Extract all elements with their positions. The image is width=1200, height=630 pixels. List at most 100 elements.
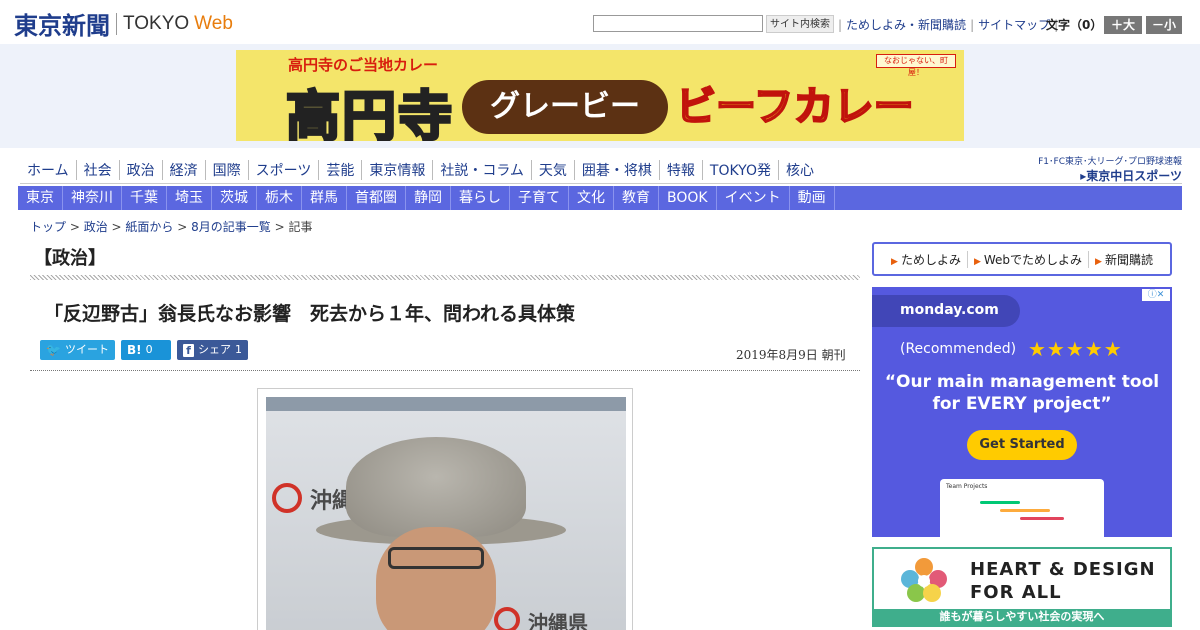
monday-screenshot-title: Team Projects	[946, 483, 988, 490]
nav-item[interactable]: 芸能	[318, 160, 361, 180]
breadcrumb-separator: >	[173, 220, 192, 234]
breadcrumb-link[interactable]: 政治	[84, 220, 108, 234]
heart-flower-icon	[901, 558, 947, 602]
okinawa-emblem	[272, 483, 302, 513]
nav-item[interactable]: 囲碁・将棋	[573, 160, 659, 180]
regional-nav-item[interactable]: 教育	[614, 186, 659, 210]
logo-jp: 東京新聞	[14, 11, 110, 40]
subscribe-link[interactable]: ▶ 新聞購読	[1088, 250, 1159, 268]
article-photo[interactable]: 沖縄 沖縄県	[266, 397, 626, 630]
nav-item[interactable]: 天気	[530, 160, 574, 180]
regional-nav-item[interactable]: 茨城	[212, 186, 257, 210]
regional-nav-item[interactable]: 東京	[18, 186, 63, 210]
nav-item[interactable]: 社会	[75, 160, 119, 180]
face	[376, 527, 496, 630]
banner-ad[interactable]: 高円寺のご当地カレー 高円寺 グレービー ビーフカレー なおじゃない、町屋！	[236, 50, 964, 141]
regional-nav-item[interactable]: 埼玉	[167, 186, 212, 210]
regional-nav-item[interactable]: 動画	[790, 186, 835, 210]
regional-nav-item[interactable]: BOOK	[659, 186, 717, 210]
arrow-icon: ▶	[891, 256, 898, 267]
section-title: 【政治】	[34, 248, 106, 269]
banner-pill: グレービー	[462, 80, 668, 134]
regional-nav-item[interactable]: 首都圏	[347, 186, 406, 210]
breadcrumb-link[interactable]: 8月の記事一覧	[191, 220, 271, 234]
monday-logo: monday.com	[900, 302, 999, 318]
header-links: | ためしよみ・新聞購読 | サイトマップ |	[834, 16, 1062, 33]
hatena-icon: B!	[127, 343, 142, 357]
heart-title-1: HEART & DESIGN	[970, 559, 1156, 580]
primary-nav: ホーム 社会 政治 経済 国際 スポーツ 芸能 東京情報 社説・コラム 天気 囲碁・将棋 特報 TOKY…	[20, 158, 821, 182]
logo-en: TOKYO	[123, 12, 190, 34]
monday-recommended: (Recommended)	[900, 341, 1017, 357]
gantt-bar	[1020, 517, 1064, 520]
breadcrumb-link[interactable]: トップ	[30, 220, 66, 234]
banner-kanji: 高円寺	[285, 84, 454, 142]
regional-nav-item[interactable]: 栃木	[257, 186, 302, 210]
regional-nav-item[interactable]: 群馬	[302, 186, 347, 210]
breadcrumb-link[interactable]: 紙面から	[125, 220, 173, 234]
facebook-share-button[interactable]: f シェア 1	[177, 340, 248, 360]
regional-nav-item[interactable]: イベント	[717, 186, 790, 210]
logo-divider	[116, 12, 117, 35]
sitemap-link[interactable]: サイトマップ	[978, 16, 1050, 33]
hat	[346, 437, 526, 537]
nav-item[interactable]: 国際	[204, 160, 248, 180]
get-started-button[interactable]: Get Started	[967, 430, 1077, 460]
nav-item[interactable]: TOKYO発	[701, 160, 778, 180]
subscribe-link-label: 新聞購読	[1104, 252, 1153, 267]
trial-link-label: ためしよみ	[900, 252, 961, 267]
web-trial-link[interactable]: ▶ Webでためしよみ	[966, 250, 1088, 268]
adchoices-icon[interactable]: ⓘ✕	[1142, 289, 1170, 301]
heart-title-2: FOR ALL	[970, 582, 1062, 603]
trial-subscribe-link[interactable]: ためしよみ・新聞購読	[846, 16, 966, 33]
photo-sign-text-2: 沖縄県	[528, 611, 588, 630]
heart-design-ad[interactable]: HEART & DESIGN FOR ALL 誰もが暮らしやすい社会の実現へ	[872, 547, 1172, 627]
link-separator: |	[838, 17, 843, 32]
article-photo-frame: 沖縄 沖縄県	[257, 388, 633, 630]
heart-footer: 誰もが暮らしやすい社会の実現へ	[874, 609, 1170, 625]
twitter-icon: 🐦	[46, 343, 61, 357]
nav-item[interactable]: ホーム	[20, 160, 76, 180]
monday-screenshot: Team Projects	[940, 479, 1104, 537]
monday-ad[interactable]: ⓘ✕ monday.com (Recommended) ★★★★★ “Our m…	[872, 287, 1172, 537]
regional-nav-item[interactable]: 文化	[569, 186, 614, 210]
site-header: 東京新聞 TOKYO Web サイト内検索 | ためしよみ・新聞購読 | サイト…	[0, 0, 1200, 44]
trial-link[interactable]: ▶ ためしよみ	[885, 251, 967, 268]
site-search-button[interactable]: サイト内検索	[766, 15, 834, 33]
font-size-label: 文字（0）	[1046, 18, 1103, 32]
regional-nav-item[interactable]: 静岡	[406, 186, 451, 210]
nav-item[interactable]: スポーツ	[247, 160, 319, 180]
regional-nav-item[interactable]: 千葉	[122, 186, 167, 210]
chunichi-sports-link[interactable]: F1･FC東京･大リーグ･プロ野球速報 ▸東京中日スポーツ	[1026, 154, 1182, 184]
nav-item[interactable]: 特報	[658, 160, 702, 180]
tweet-button[interactable]: 🐦 ツイート	[40, 340, 115, 360]
hatena-button[interactable]: B! 0	[121, 340, 171, 360]
nav-item[interactable]: 東京情報	[361, 160, 432, 180]
regional-nav-item[interactable]: 子育て	[510, 186, 569, 210]
nav-item[interactable]: 核心	[777, 160, 821, 180]
site-logo[interactable]: 東京新聞 TOKYO Web	[14, 6, 233, 41]
hatena-count: 0	[145, 343, 153, 356]
regional-nav: 東京 神奈川 千葉 埼玉 茨城 栃木 群馬 首都圏 静岡 暮らし 子育て 文化 教育 BOOK イベント 動画	[18, 186, 1182, 210]
okinawa-emblem-2	[494, 607, 520, 630]
gantt-bar	[980, 501, 1020, 504]
breadcrumb-separator: >	[66, 220, 84, 234]
search-input[interactable]	[593, 15, 763, 32]
nav-item[interactable]: 経済	[161, 160, 205, 180]
tweet-label: ツイート	[64, 343, 109, 356]
article-date: 2019年8月9日 朝刊	[736, 348, 846, 362]
section-divider	[30, 275, 860, 280]
nav-item[interactable]: 社説・コラム	[432, 160, 531, 180]
nav-divider	[20, 183, 1182, 184]
subscribe-links: ▶ ためしよみ ▶ Webでためしよみ ▶ 新聞購読	[872, 242, 1172, 276]
font-smaller-button[interactable]: －小	[1146, 16, 1182, 34]
glasses	[388, 547, 484, 569]
font-larger-button[interactable]: ＋大	[1104, 16, 1142, 34]
breadcrumb-separator: >	[270, 220, 289, 234]
banner-curry: ビーフカレー	[675, 83, 915, 131]
regional-nav-item[interactable]: 暮らし	[451, 186, 510, 210]
breadcrumb-current: 記事	[288, 220, 313, 234]
article-headline: 「反辺野古」翁長氏なお影響 死去から１年、問われる具体策	[44, 303, 576, 325]
nav-item[interactable]: 政治	[118, 160, 162, 180]
regional-nav-item[interactable]: 神奈川	[63, 186, 122, 210]
